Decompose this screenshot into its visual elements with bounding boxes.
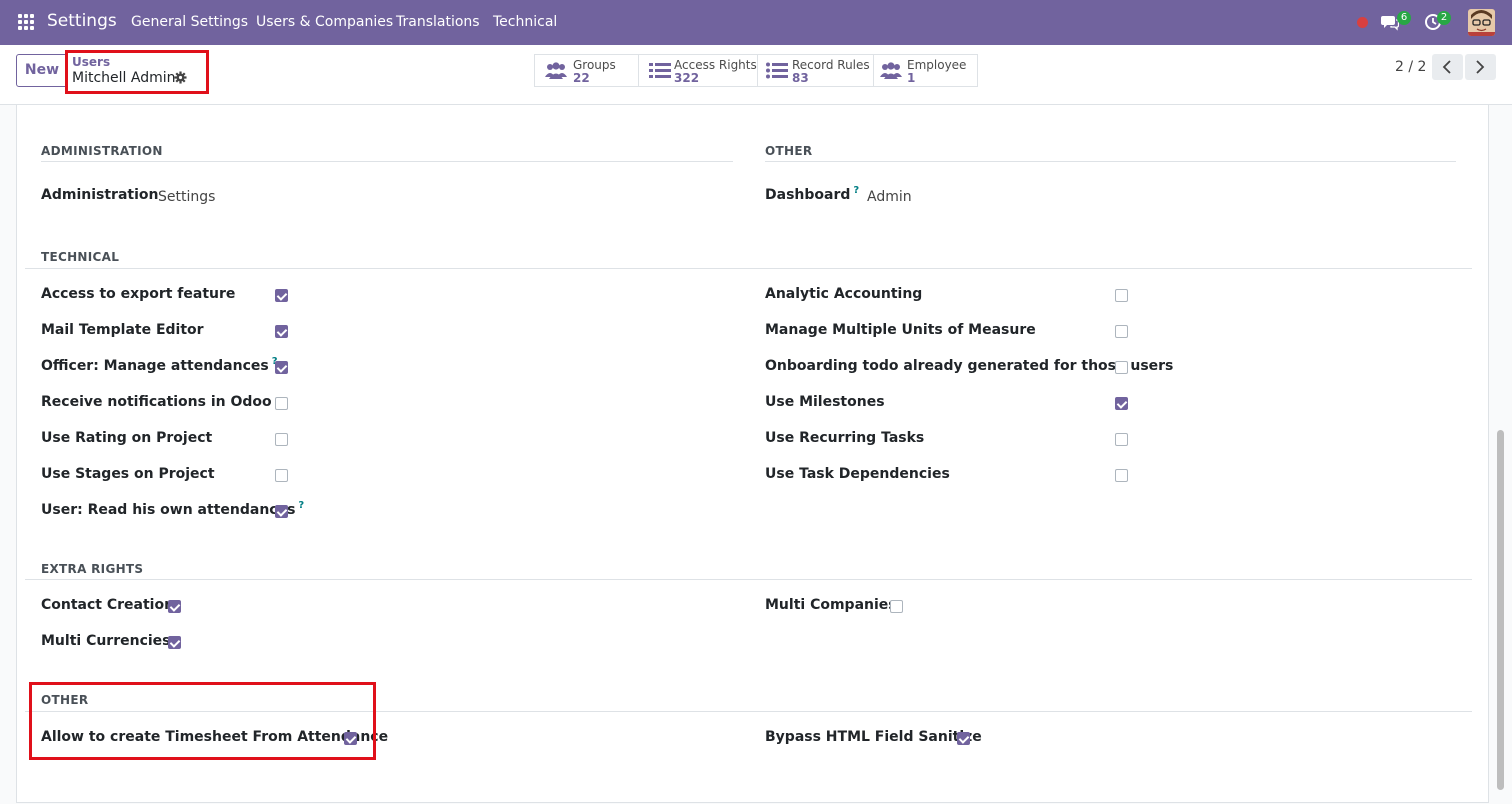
section-title-extra-rights: EXTRA RIGHTS [41,562,144,576]
dashboard-field-value[interactable]: Admin [867,189,912,205]
checkbox-field-label: Bypass HTML Field Sanitize [765,729,982,745]
administration-field-label: Administration [41,187,159,203]
employee-label: Employee [907,58,967,72]
chevron-left-icon [1442,60,1451,74]
checkbox-unchecked[interactable] [1115,469,1128,482]
breadcrumb-current-record: Mitchell Admin [72,70,176,86]
checkbox-checked[interactable] [275,361,288,374]
access-rights-count: 322 [674,71,700,85]
checkbox-unchecked[interactable] [275,469,288,482]
dashboard-field-label: Dashboard? [765,185,860,203]
menu-users-companies[interactable]: Users & Companies [256,14,393,30]
checkbox-checked[interactable] [275,325,288,338]
control-panel: New Users Mitchell Admin Groups 22 Acces… [0,45,1512,105]
record-rules-count: 83 [792,71,809,85]
record-rules-smart-button[interactable]: Record Rules 83 [758,55,874,86]
employee-count: 1 [907,71,916,85]
section-divider [25,268,1472,269]
checkbox-checked[interactable] [168,600,181,613]
checkbox-unchecked[interactable] [1115,361,1128,374]
checkbox-checked[interactable] [957,732,970,745]
checkbox-unchecked[interactable] [1115,289,1128,302]
checkbox-field-label: User: Read his own attendances? [41,500,305,518]
employee-smart-button[interactable]: Employee 1 [874,55,977,86]
checkbox-field-label: Onboarding todo already generated for th… [765,358,1174,374]
breadcrumb-parent-users[interactable]: Users [72,55,110,69]
users-icon [545,62,567,79]
section-title-administration: ADMINISTRATION [41,144,163,158]
menu-general-settings[interactable]: General Settings [131,14,248,30]
administration-field-value[interactable]: Settings [158,189,215,205]
chat-count-badge: 6 [1397,11,1411,25]
vertical-scrollbar[interactable] [1497,430,1504,790]
users-icon [880,62,902,79]
groups-count: 22 [573,71,590,85]
checkbox-field-label: Use Rating on Project [41,430,213,446]
checkbox-field-label: Use Recurring Tasks [765,430,925,446]
checkbox-field-label: Use Task Dependencies [765,466,950,482]
activity-count-badge: 2 [1437,11,1451,25]
pager-previous-button[interactable] [1432,54,1463,80]
help-tooltip-icon[interactable]: ? [853,185,859,196]
menu-technical[interactable]: Technical [493,14,557,30]
section-title-other: OTHER [765,144,813,158]
checkbox-checked[interactable] [1115,397,1128,410]
checkbox-field-label: Use Milestones [765,394,885,410]
section-divider [765,161,1456,162]
recording-indicator-icon[interactable] [1357,17,1368,28]
checkbox-unchecked[interactable] [1115,433,1128,446]
app-title[interactable]: Settings [47,11,117,31]
section-divider [25,579,1472,580]
groups-smart-button[interactable]: Groups 22 [535,55,639,86]
checkbox-field-label: Analytic Accounting [765,286,923,302]
access-rights-smart-button[interactable]: Access Rights 322 [639,55,758,86]
new-button[interactable]: New [16,54,68,87]
checkbox-checked[interactable] [275,289,288,302]
groups-label: Groups [573,58,616,72]
checkbox-field-label: Officer: Manage attendances? [41,356,278,374]
checkbox-unchecked[interactable] [890,600,903,613]
section-divider [41,161,733,162]
access-rights-label: Access Rights [674,58,757,72]
pager-value[interactable]: 2 / 2 [1395,59,1426,75]
list-icon [766,62,788,79]
smart-buttons: Groups 22 Access Rights 322 Record Rules… [534,54,978,87]
section-title-technical: TECHNICAL [41,250,120,264]
highlight-box [29,682,376,760]
user-avatar[interactable] [1468,9,1495,36]
help-tooltip-icon[interactable]: ? [298,500,304,511]
record-rules-label: Record Rules [792,58,870,72]
checkbox-field-label: Contact Creation [41,597,175,613]
list-icon [649,63,671,78]
checkbox-checked[interactable] [275,505,288,518]
menu-translations[interactable]: Translations [396,14,480,30]
checkbox-field-label: Multi Companies [765,597,897,613]
gear-icon[interactable] [174,71,187,84]
checkbox-field-label: Access to export feature [41,286,236,302]
checkbox-field-label: Mail Template Editor [41,322,204,338]
pager-next-button[interactable] [1465,54,1496,80]
checkbox-unchecked[interactable] [1115,325,1128,338]
checkbox-unchecked[interactable] [275,397,288,410]
checkbox-field-label: Multi Currencies [41,633,171,649]
checkbox-field-label: Manage Multiple Units of Measure [765,322,1036,338]
checkbox-checked[interactable] [168,636,181,649]
chevron-right-icon [1476,60,1485,74]
apps-grid-icon[interactable] [18,14,35,31]
top-navbar: Settings General Settings Users & Compan… [0,0,1512,45]
checkbox-field-label: Receive notifications in Odoo [41,394,272,410]
checkbox-field-label: Use Stages on Project [41,466,215,482]
checkbox-unchecked[interactable] [275,433,288,446]
